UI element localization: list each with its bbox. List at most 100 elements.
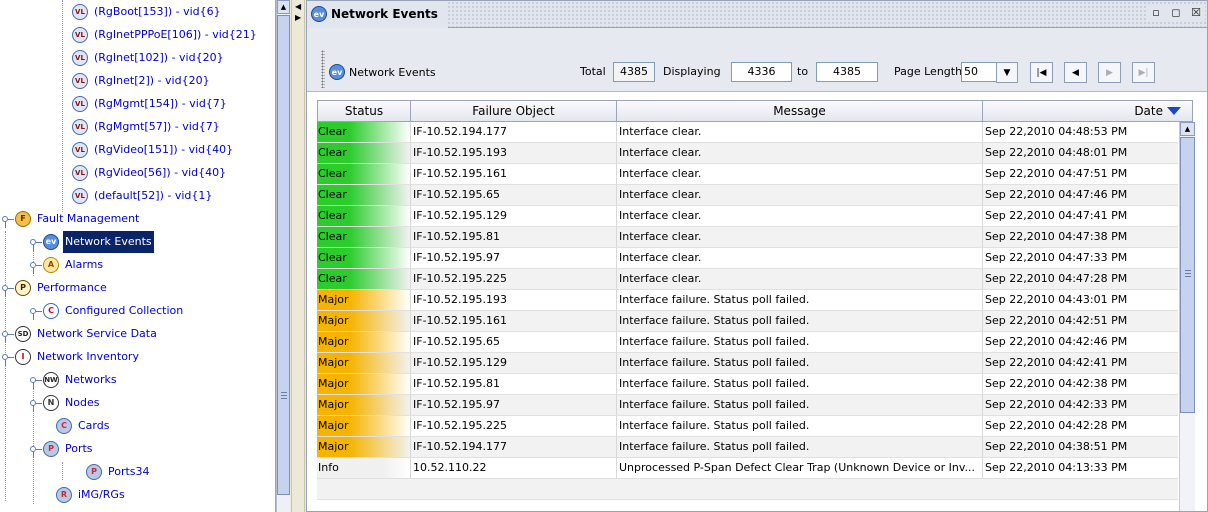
tree-scrollbar[interactable]: ▲ [276, 0, 290, 512]
tree-item-label: (RgVideo[151]) - vid{40} [94, 143, 234, 156]
table-row[interactable]: Major IF-10.52.195.81 Interface failure. S… [317, 374, 1178, 395]
minimize-icon[interactable]: ▫ [1149, 6, 1163, 20]
tree-item-img-rgs[interactable]: RiMG/RGs [56, 484, 127, 506]
network-events-icon: ev [329, 64, 345, 80]
page-length-select[interactable]: 50 [961, 62, 997, 82]
tree-item-network-events[interactable]: ev Network Events [28, 231, 154, 253]
tree-item-rgvideo-151-vid-40[interactable]: VL (RgVideo[151]) - vid{40} [72, 139, 235, 161]
status-cell: Clear [317, 185, 410, 205]
status-cell: Clear [317, 164, 410, 184]
table-row[interactable]: Clear IF-10.52.195.97 Interface clear. Sep … [317, 248, 1178, 269]
table-row[interactable]: Clear IF-10.52.195.65 Interface clear. Sep … [317, 185, 1178, 206]
table-row[interactable]: Major IF-10.52.195.161 Interface failure. … [317, 311, 1178, 332]
date-cell: Sep 22,2010 04:47:46 PM [982, 185, 1178, 205]
table-row[interactable]: Clear IF-10.52.195.81 Interface clear. Sep … [317, 227, 1178, 248]
tree-item-rginetpppoe-106-vid-21[interactable]: VL (RgInetPPPoE[106]) - vid{21} [72, 24, 259, 46]
empty-row [317, 479, 1178, 500]
tree-item-performance[interactable]: P Performance [0, 277, 109, 299]
expand-toggle-icon[interactable] [0, 214, 14, 228]
message-cell: Interface failure. Status poll failed. [616, 437, 982, 457]
table-row[interactable]: Info 10.52.110.22 Unprocessed P-Span Defec… [317, 458, 1178, 479]
table-row[interactable]: Clear IF-10.52.195.129 Interface clear. Sep… [317, 206, 1178, 227]
pane-splitter[interactable]: ◀ ▶ [291, 0, 305, 512]
expand-toggle-icon[interactable] [0, 283, 14, 297]
tree-item-ports34[interactable]: P Ports34 [86, 461, 152, 483]
tree-item-rgmgmt-57-vid-7[interactable]: VL (RgMgmt[57]) - vid{7} [72, 116, 222, 138]
tree-item-rgmgmt-154-vid-7[interactable]: VL (RgMgmt[154]) - vid{7} [72, 93, 229, 115]
close-icon[interactable]: ☒ [1189, 6, 1203, 20]
toolbar-grip[interactable] [321, 50, 325, 88]
scroll-up-icon[interactable]: ▲ [1180, 122, 1195, 136]
expand-right-icon[interactable]: ▶ [295, 13, 301, 22]
table-row[interactable]: Clear IF-10.52.195.225 Interface clear. Sep… [317, 269, 1178, 290]
failure-object-cell: IF-10.52.195.225 [410, 416, 616, 436]
tree-item-ports[interactable]: P Ports [28, 438, 95, 460]
scrollbar-thumb[interactable] [1180, 137, 1195, 413]
table-row[interactable]: Clear IF-10.52.195.193 Interface clear. Sep… [317, 143, 1178, 164]
column-status[interactable]: Status [317, 101, 410, 121]
table-row[interactable]: Major IF-10.52.195.193 Interface failure. … [317, 290, 1178, 311]
table-row[interactable]: Major IF-10.52.194.177 Interface failure. … [317, 437, 1178, 458]
table-row[interactable]: Major IF-10.52.195.225 Interface failure. … [317, 416, 1178, 437]
expand-toggle-icon[interactable] [0, 352, 14, 366]
tree-item-label: Nodes [65, 396, 100, 409]
message-cell: Interface clear. [616, 143, 982, 163]
column-failure-object[interactable]: Failure Object [410, 101, 616, 121]
table-row[interactable]: Clear IF-10.52.195.161 Interface clear. Sep… [317, 164, 1178, 185]
tree-item-nodes[interactable]: N Nodes [28, 392, 101, 414]
tree-item-alarms[interactable]: A Alarms [28, 254, 105, 276]
tree-item-network-service-data[interactable]: SD Network Service Data [0, 323, 159, 345]
column-message[interactable]: Message [616, 101, 982, 121]
expand-toggle-icon[interactable] [28, 237, 42, 251]
tree-item-label: Fault Management [37, 212, 140, 225]
display-to-field[interactable]: 4385 [816, 62, 878, 82]
tree-item-default-52-vid-1[interactable]: VL (default[52]) - vid{1} [72, 185, 214, 207]
tree-item-configured-collection[interactable]: C Configured Collection [28, 300, 185, 322]
date-cell: Sep 22,2010 04:47:41 PM [982, 206, 1178, 226]
tree-item-fault-management[interactable]: F Fault Management [0, 208, 141, 230]
table-row[interactable]: Major IF-10.52.195.97 Interface failure. S… [317, 395, 1178, 416]
tree-item-networks[interactable]: NW Networks [28, 369, 119, 391]
message-cell: Interface clear. [616, 164, 982, 184]
tree-item-rginet-2-vid-20[interactable]: VL (RgInet[2]) - vid{20} [72, 70, 212, 92]
table-row[interactable]: Major IF-10.52.195.129 Interface failure. … [317, 353, 1178, 374]
last-page-button[interactable]: ▶| [1132, 62, 1155, 83]
vlan-icon: VL [72, 96, 88, 112]
expand-toggle-icon[interactable] [28, 306, 42, 320]
maximize-icon[interactable]: ◻ [1169, 6, 1183, 20]
column-date-label: Date [1134, 104, 1163, 118]
tree-item-label: Ports34 [108, 465, 150, 478]
expand-toggle-icon[interactable] [28, 444, 42, 458]
tree-item-network-inventory[interactable]: I Network Inventory [0, 346, 141, 368]
tree-item-rginet-102-vid-20[interactable]: VL (RgInet[102]) - vid{20} [72, 47, 226, 69]
scroll-up-icon[interactable]: ▲ [277, 0, 290, 14]
failure-object-cell: IF-10.52.195.161 [410, 311, 616, 331]
pagination-toolbar: ev Network Events Total 4385 Displaying … [307, 28, 1207, 92]
expand-toggle-icon[interactable] [28, 260, 42, 274]
first-page-button[interactable]: |◀ [1030, 62, 1053, 83]
tree-item-rgboot-153-vid-6[interactable]: VL (RgBoot[153]) - vid{6} [72, 1, 223, 23]
message-cell: Interface clear. [616, 269, 982, 289]
previous-page-button[interactable]: ◀ [1064, 62, 1087, 83]
message-cell: Interface failure. Status poll failed. [616, 416, 982, 436]
column-date[interactable]: Date [982, 101, 1193, 121]
dropdown-arrow-icon[interactable]: ▼ [996, 62, 1018, 83]
status-cell: Clear [317, 248, 410, 268]
tree-item-label: (RgInetPPPoE[106]) - vid{21} [94, 28, 257, 41]
tree-item-cards[interactable]: C Cards [56, 415, 111, 437]
collapse-left-icon[interactable]: ◀ [295, 2, 301, 11]
tree-item-rgvideo-56-vid-40[interactable]: VL (RgVideo[56]) - vid{40} [72, 162, 228, 184]
expand-toggle-icon[interactable] [28, 375, 42, 389]
scrollbar-thumb[interactable] [277, 15, 290, 495]
expand-toggle-icon[interactable] [0, 329, 14, 343]
failure-object-cell: IF-10.52.194.177 [410, 437, 616, 457]
collection-icon: C [43, 303, 59, 319]
fault-management-icon: F [15, 211, 31, 227]
expand-toggle-icon[interactable] [28, 398, 42, 412]
table-row[interactable]: Clear IF-10.52.194.177 Interface clear. Sep… [317, 122, 1178, 143]
next-page-button[interactable]: ▶ [1098, 62, 1121, 83]
table-scrollbar[interactable]: ▲ [1179, 122, 1195, 511]
display-from-field[interactable]: 4336 [731, 62, 792, 82]
table-row[interactable]: Major IF-10.52.195.65 Interface failure. S… [317, 332, 1178, 353]
tree-item-label: Alarms [65, 258, 104, 271]
